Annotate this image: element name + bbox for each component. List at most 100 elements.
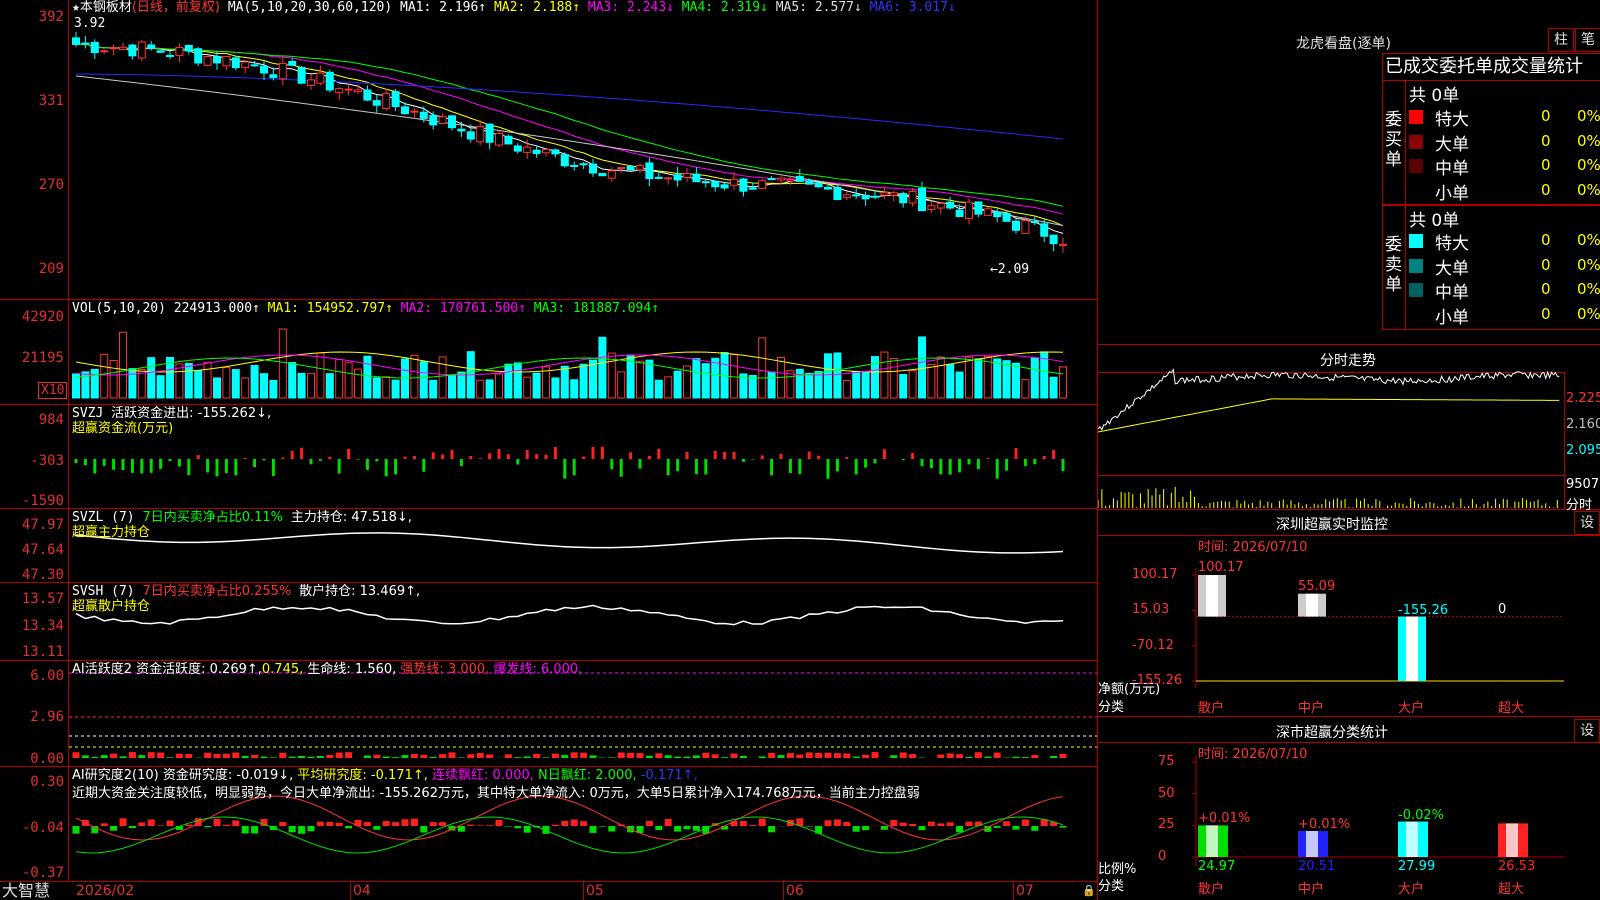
money-flow-bar [629,452,633,459]
money-flow-bar [243,457,247,459]
monitor-y-tick: 15.03 [1132,602,1170,618]
money-flow-bar [967,459,971,465]
vol-tick: 42920 [21,309,64,325]
research-bar [147,819,155,826]
research-bar [824,820,832,826]
volume-bar [344,361,353,399]
money-flow-bar [732,451,736,459]
volume-bar [852,370,861,399]
svzj-tick: 984 [38,412,64,428]
activity-bar [711,754,719,758]
volume-bar [1002,360,1011,399]
research-line [75,795,1064,841]
svsh-tick: 13.34 [21,618,64,634]
money-flow-bar [647,455,651,459]
candle-body [1002,213,1011,222]
candle-body [589,163,597,174]
candle-body [203,56,212,66]
volume-bar [260,373,268,399]
money-flow-bar [234,459,238,476]
activity-bar [702,752,710,758]
candle-body [598,173,607,177]
research-bar [1012,826,1020,830]
lock-icon[interactable]: 🔒 [1082,884,1096,897]
candle-body [476,126,485,143]
volume-bar [523,376,532,399]
money-flow-bar [694,459,698,474]
volume-bar [119,331,127,399]
activity-bar [1031,754,1039,758]
activity-bar [222,753,230,758]
research-bar [298,826,306,834]
research-bar [476,825,484,826]
money-flow-bar [817,455,821,459]
candle-body [645,162,654,180]
candle-body [448,115,456,129]
candle-body [391,91,400,108]
research-bar [993,826,1001,828]
activity-bar [664,755,672,758]
candle-body [842,194,851,199]
candle-body [382,92,391,109]
activity-bar [232,752,240,758]
candle-body [354,89,362,93]
activity-bar [824,752,832,758]
research-bar [504,826,512,827]
activity-bar [363,755,371,758]
research-bar [899,822,907,826]
candle-body [983,208,992,216]
monitor-category: 大户 [1398,701,1425,716]
activity-bar [899,752,907,758]
activity-bar [523,756,531,758]
net-amount-bar-highlight [1306,593,1318,617]
money-flow-bar [807,451,811,459]
ma1-value: MA1: 2.196↑ [400,0,487,15]
ratio-bar-highlight [1306,831,1318,857]
candle-body [824,186,832,190]
research-bar [918,826,926,831]
activity-bar [251,754,259,758]
volume-bar [438,356,447,399]
ai-active-legend: AI活跃度2 资金活跃度: 0.269↑,0.745, 生命线: 1.560, … [72,662,583,677]
candle-body [1049,234,1058,245]
research-bar [495,819,503,826]
volume-bar [993,358,1002,399]
research-bar [852,826,860,832]
activity-bar [815,752,823,758]
money-flow-bar [318,459,322,461]
research-bar [119,818,127,826]
kline-chart-canvas[interactable] [0,0,1097,900]
money-flow-bar [112,459,116,470]
research-bar [157,825,165,826]
candle-body [936,202,945,209]
money-flow-bar [563,459,567,479]
money-flow-bar [422,459,426,472]
candle-body [81,42,90,45]
ai-research-tick: -0.37 [21,865,64,881]
candle-body [100,50,109,53]
volume-bar [833,352,842,399]
volume-bar [250,365,259,399]
svzl-legend: SVZL (7) 7日内买卖净占比0.11% 主力持仓: 47.518↓, [72,510,412,525]
candle-body [692,173,701,183]
volume-bar [673,370,682,399]
ratio-change: +0.01% [1198,811,1251,827]
favorite-star-icon[interactable]: ★ [72,0,80,15]
svzl-sub: 超赢主力持仓 [72,525,151,540]
research-bar [335,822,343,826]
svzj-legend: SVZJ 活跃资金进出: -155.262↓, [72,406,272,421]
classify-y-tick: 75 [1158,754,1175,769]
activity-bar [504,754,512,758]
activity-bar [533,753,541,758]
money-flow-bar [1005,459,1009,471]
cycle-label[interactable]: (日线，前复权) [132,0,220,15]
candle-body [194,48,203,64]
money-flow-bar [525,449,529,459]
candle-body [137,41,146,59]
research-bar [551,824,559,826]
money-flow-bar [337,459,341,474]
research-bar [1003,821,1011,826]
research-bar [833,819,841,826]
candle-body [852,194,861,197]
candle-body [993,211,1002,218]
